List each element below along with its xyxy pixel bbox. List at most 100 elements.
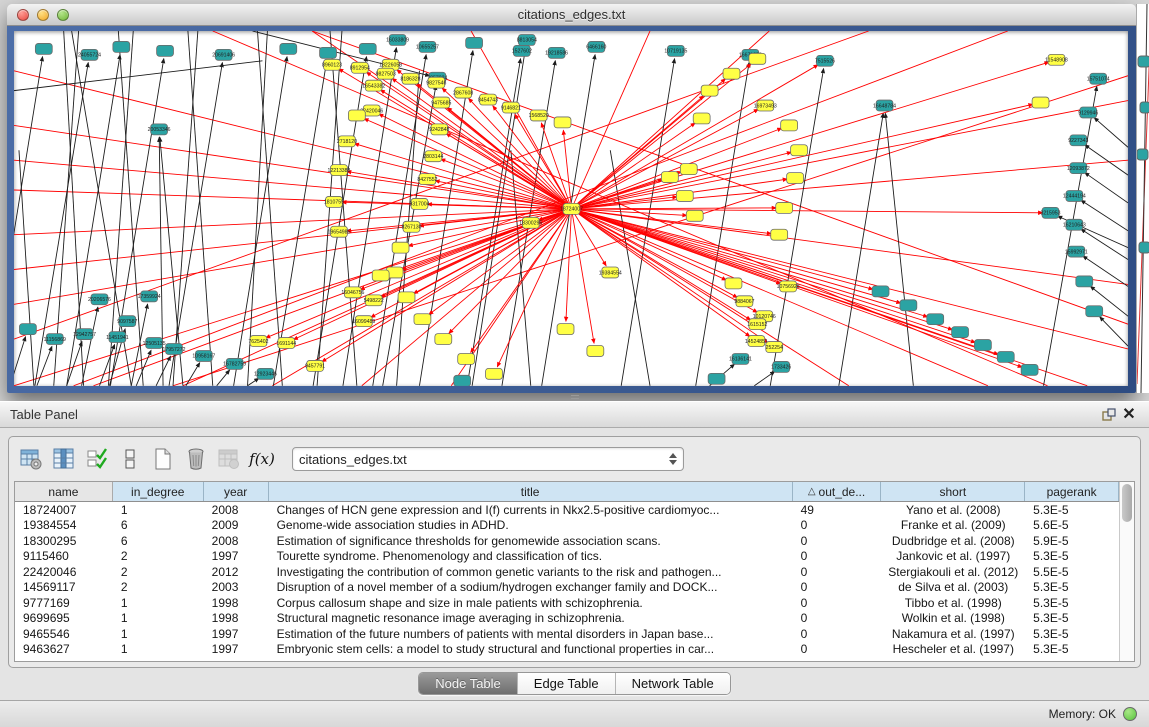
graph-node[interactable]: 5498222 bbox=[364, 295, 384, 306]
graph-node[interactable]: 9457791 bbox=[305, 361, 325, 372]
cell-out-de-[interactable]: 0 bbox=[793, 580, 882, 594]
graph-node[interactable]: 9317004 bbox=[409, 199, 429, 210]
tab-edge-table[interactable]: Edge Table bbox=[518, 673, 616, 694]
cell-title[interactable]: Structural magnetic resonance image aver… bbox=[269, 611, 793, 625]
cell-out-de-[interactable]: 0 bbox=[793, 518, 882, 532]
cell-title[interactable]: Disruption of a novel member of a sodium… bbox=[269, 580, 793, 594]
graph-node[interactable]: 12923446 bbox=[254, 369, 277, 380]
graph-node[interactable] bbox=[1076, 276, 1093, 287]
cell-short[interactable]: Dudbridge et al. (2008) bbox=[881, 534, 1025, 548]
graph-node[interactable]: 8427552 bbox=[417, 174, 437, 185]
graph-node[interactable]: 8454743 bbox=[478, 94, 498, 105]
network-graph[interactable]: 18724007 24055724 20691406 10655257 1603… bbox=[14, 31, 1128, 386]
cell-year[interactable]: 1997 bbox=[204, 549, 269, 563]
cell-title[interactable]: Corpus callosum shape and size in male p… bbox=[269, 596, 793, 610]
graph-node[interactable]: 12444194 bbox=[1063, 191, 1086, 202]
graph-node[interactable]: 16543382 bbox=[362, 80, 385, 91]
cell-out-de-[interactable]: 0 bbox=[793, 565, 882, 579]
graph-node[interactable] bbox=[372, 270, 389, 281]
cell-pagerank[interactable]: 5.3E-5 bbox=[1025, 627, 1119, 641]
close-panel-button[interactable]: ✕ bbox=[1119, 405, 1139, 425]
table-row[interactable]: 1456911722003Disruption of a novel membe… bbox=[15, 580, 1119, 596]
table-row[interactable]: 1938455462009Genome-wide association stu… bbox=[15, 518, 1119, 534]
table-row[interactable]: 1830029562008Estimation of significance … bbox=[15, 533, 1119, 549]
graph-node[interactable] bbox=[693, 113, 710, 124]
column-header-pagerank[interactable]: pagerank bbox=[1025, 482, 1119, 501]
row-cells-button[interactable] bbox=[117, 446, 143, 472]
column-header-short[interactable]: short bbox=[881, 482, 1025, 501]
graph-node[interactable]: 9227343 bbox=[1068, 135, 1088, 146]
graph-node[interactable]: 12093872 bbox=[1067, 163, 1090, 174]
graph-node[interactable] bbox=[927, 314, 944, 325]
cell-out-de-[interactable]: 0 bbox=[793, 627, 882, 641]
graph-node[interactable] bbox=[997, 352, 1014, 363]
cell-short[interactable]: Stergiakouli et al. (2012) bbox=[881, 565, 1025, 579]
cell-out-de-[interactable]: 0 bbox=[793, 596, 882, 610]
graph-node[interactable] bbox=[454, 376, 471, 386]
graph-node[interactable]: 9827503 bbox=[376, 68, 396, 79]
graph-node[interactable] bbox=[320, 48, 337, 59]
column-header-in-degree[interactable]: in_degree bbox=[113, 482, 204, 501]
graph-node[interactable]: 9129946 bbox=[1078, 107, 1098, 118]
tab-network-table[interactable]: Network Table bbox=[616, 673, 730, 694]
graph-node[interactable]: 10719135 bbox=[664, 46, 687, 57]
table-row[interactable]: 946554611997Estimation of the future num… bbox=[15, 626, 1119, 642]
graph-node[interactable]: 1810755 bbox=[324, 197, 344, 208]
graph-node[interactable] bbox=[787, 173, 804, 184]
graph-node[interactable]: 3215953 bbox=[1040, 208, 1060, 219]
graph-node[interactable] bbox=[771, 229, 788, 240]
graph-node[interactable]: 6466160 bbox=[586, 42, 606, 53]
new-column-button[interactable] bbox=[150, 446, 176, 472]
graph-node[interactable] bbox=[791, 145, 808, 156]
graph-node[interactable]: 8186328 bbox=[400, 73, 420, 84]
graph-node[interactable]: 9097587 bbox=[117, 316, 137, 327]
graph-node[interactable]: 8960123 bbox=[322, 60, 342, 71]
graph-node[interactable]: 16046756 bbox=[341, 287, 364, 298]
table-row[interactable]: 911546021997Tourette syndrome. Phenomeno… bbox=[15, 549, 1119, 565]
delete-column-button[interactable] bbox=[183, 446, 209, 472]
graph-node[interactable]: 7625402 bbox=[248, 336, 268, 347]
graph-node[interactable] bbox=[872, 286, 889, 297]
graph-node[interactable] bbox=[557, 324, 574, 335]
graph-node[interactable] bbox=[458, 354, 475, 365]
cell-in-degree[interactable]: 6 bbox=[113, 518, 204, 532]
cell-out-de-[interactable]: 0 bbox=[793, 534, 882, 548]
graph-node[interactable]: 15751074 bbox=[1087, 73, 1110, 84]
cell-pagerank[interactable]: 5.3E-5 bbox=[1025, 580, 1119, 594]
cell-short[interactable]: Tibbo et al. (1998) bbox=[881, 596, 1025, 610]
function-builder-button[interactable]: f(x) bbox=[249, 446, 275, 472]
graph-node[interactable] bbox=[157, 46, 174, 57]
graph-node[interactable]: 16973493 bbox=[754, 100, 777, 111]
graph-node[interactable]: 11156869 bbox=[44, 334, 66, 345]
column-header-name[interactable]: name bbox=[15, 482, 113, 501]
cell-name[interactable]: 18724007 bbox=[15, 503, 113, 517]
cell-name[interactable]: 14569117 bbox=[15, 580, 113, 594]
table-mode-button[interactable] bbox=[18, 446, 44, 472]
cell-in-degree[interactable]: 1 bbox=[113, 503, 204, 517]
cell-pagerank[interactable]: 5.3E-5 bbox=[1025, 642, 1119, 656]
graph-node[interactable]: 9475685 bbox=[431, 97, 451, 108]
graph-node[interactable] bbox=[676, 191, 693, 202]
graph-node[interactable]: 17957272 bbox=[163, 344, 186, 355]
cell-pagerank[interactable]: 5.5E-5 bbox=[1025, 565, 1119, 579]
graph-node[interactable]: 11548908 bbox=[1045, 55, 1068, 66]
cell-title[interactable]: Estimation of significance thresholds fo… bbox=[269, 534, 793, 548]
graph-node[interactable]: 16648784 bbox=[873, 100, 896, 111]
cell-title[interactable]: Genome-wide association studies in ADHD. bbox=[269, 518, 793, 532]
cell-name[interactable]: 9777169 bbox=[15, 596, 113, 610]
column-header-out-de-[interactable]: △out_de... bbox=[793, 482, 882, 501]
graph-node[interactable]: 1615152 bbox=[747, 319, 767, 330]
graph-node[interactable]: 10756928 bbox=[777, 281, 800, 292]
graph-node[interactable]: 8813054 bbox=[517, 35, 537, 46]
graph-node[interactable]: 19384554 bbox=[599, 267, 622, 278]
graph-node[interactable]: 20691406 bbox=[212, 50, 235, 61]
graph-node[interactable] bbox=[776, 203, 793, 214]
scrollbar-thumb[interactable] bbox=[1122, 484, 1132, 522]
graph-node[interactable] bbox=[1021, 365, 1038, 376]
graph-node[interactable]: 18724007 bbox=[560, 204, 583, 215]
cell-year[interactable]: 2009 bbox=[204, 518, 269, 532]
cell-name[interactable]: 9465546 bbox=[15, 627, 113, 641]
cell-pagerank[interactable]: 5.3E-5 bbox=[1025, 549, 1119, 563]
cell-year[interactable]: 2003 bbox=[204, 580, 269, 594]
cell-title[interactable]: Investigating the contribution of common… bbox=[269, 565, 793, 579]
